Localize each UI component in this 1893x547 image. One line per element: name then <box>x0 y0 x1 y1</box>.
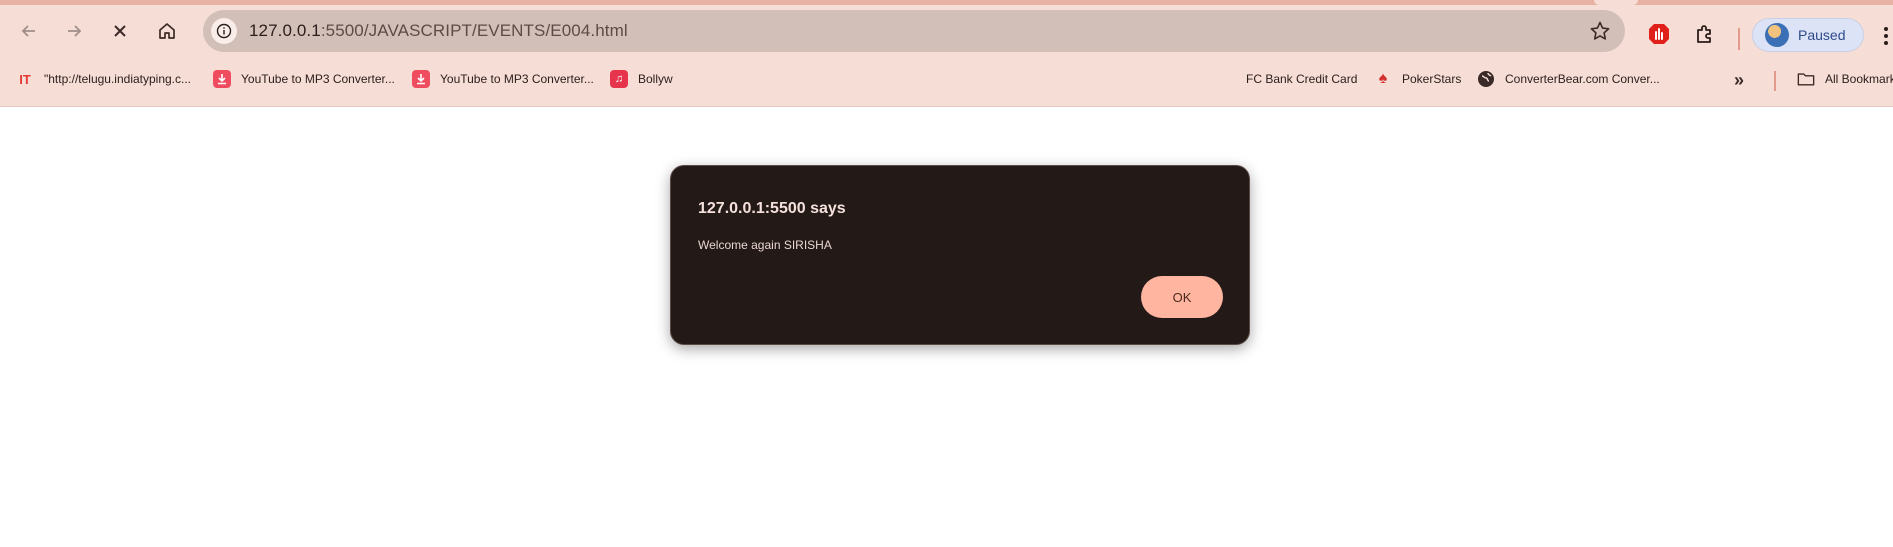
home-icon <box>159 23 175 39</box>
browser-chrome: 127.0.0.1:5500/JAVASCRIPT/EVENTS/E004.ht… <box>0 0 1893 107</box>
bookmark-item[interactable]: IT "http://telugu.indiatyping.c... <box>16 63 191 95</box>
forward-button[interactable] <box>55 12 93 50</box>
bookmark-label: "http://telugu.indiatyping.c... <box>44 72 192 86</box>
download-icon <box>412 70 430 88</box>
toolbar: 127.0.0.1:5500/JAVASCRIPT/EVENTS/E004.ht… <box>0 8 1893 54</box>
bookmark-label: All Bookmarks <box>1825 72 1893 86</box>
alert-dialog: 127.0.0.1:5500 says Welcome again SIRISH… <box>670 165 1250 345</box>
bookmark-item[interactable]: YouTube to MP3 Converter... <box>213 63 395 95</box>
info-icon[interactable] <box>211 18 237 44</box>
it-logo-icon: IT <box>19 71 31 87</box>
bookmark-item[interactable]: ♫ Bollyw <box>610 63 673 95</box>
home-button[interactable] <box>148 12 186 50</box>
profile-label: Paused <box>1798 27 1846 43</box>
profile-button[interactable]: Paused <box>1752 18 1864 52</box>
close-icon <box>114 25 126 37</box>
url-text[interactable]: 127.0.0.1:5500/JAVASCRIPT/EVENTS/E004.ht… <box>249 21 628 41</box>
arrow-left-icon <box>21 25 35 37</box>
dialog-message: Welcome again SIRISHA <box>698 238 832 252</box>
back-button[interactable] <box>10 12 48 50</box>
tab-gap <box>1594 0 1638 5</box>
bookmark-item[interactable]: YouTube to MP3 Converter... <box>412 63 594 95</box>
ok-button[interactable]: OK <box>1141 276 1223 318</box>
address-bar[interactable]: 127.0.0.1:5500/JAVASCRIPT/EVENTS/E004.ht… <box>203 10 1625 52</box>
bookmark-item[interactable]: FC Bank Credit Card <box>1246 63 1357 95</box>
bookmark-label: YouTube to MP3 Converter... <box>241 72 395 86</box>
avatar <box>1765 23 1789 47</box>
bookmark-label: Bollyw <box>638 72 673 86</box>
all-bookmarks-button[interactable]: All Bookmarks <box>1797 63 1893 95</box>
dialog-title: 127.0.0.1:5500 says <box>698 200 846 217</box>
arrow-right-icon <box>68 25 82 37</box>
url-path: :5500/JAVASCRIPT/EVENTS/E004.html <box>320 21 628 40</box>
music-icon: ♫ <box>610 70 628 88</box>
download-icon <box>213 70 231 88</box>
bookmarks-bar: IT "http://telugu.indiatyping.c... YouTu… <box>0 63 1893 99</box>
stop-hand-icon[interactable] <box>1646 21 1672 47</box>
bookmarks-divider <box>1774 71 1776 91</box>
bookmark-label: ConverterBear.com Conver... <box>1505 72 1660 86</box>
puzzle-icon[interactable] <box>1692 21 1718 47</box>
toolbar-divider <box>1738 28 1740 50</box>
spade-icon: ♠ <box>1378 70 1388 87</box>
bookmark-label: YouTube to MP3 Converter... <box>440 72 594 86</box>
stop-button[interactable] <box>101 12 139 50</box>
folder-icon <box>1797 70 1815 88</box>
bookmark-label: PokerStars <box>1402 72 1462 86</box>
globe-icon <box>1477 70 1495 88</box>
page-viewport: 127.0.0.1:5500 says Welcome again SIRISH… <box>0 108 1893 547</box>
star-icon[interactable] <box>1589 20 1611 42</box>
url-host: 127.0.0.1 <box>249 21 321 40</box>
bookmark-item[interactable]: ConverterBear.com Conver... <box>1477 63 1660 95</box>
bookmarks-overflow-button[interactable]: » <box>1734 70 1744 91</box>
bookmark-item[interactable]: ♠ PokerStars <box>1374 63 1462 95</box>
kebab-menu-icon[interactable] <box>1882 24 1890 48</box>
bookmark-label: FC Bank Credit Card <box>1246 72 1358 86</box>
tab-strip <box>0 0 1893 5</box>
